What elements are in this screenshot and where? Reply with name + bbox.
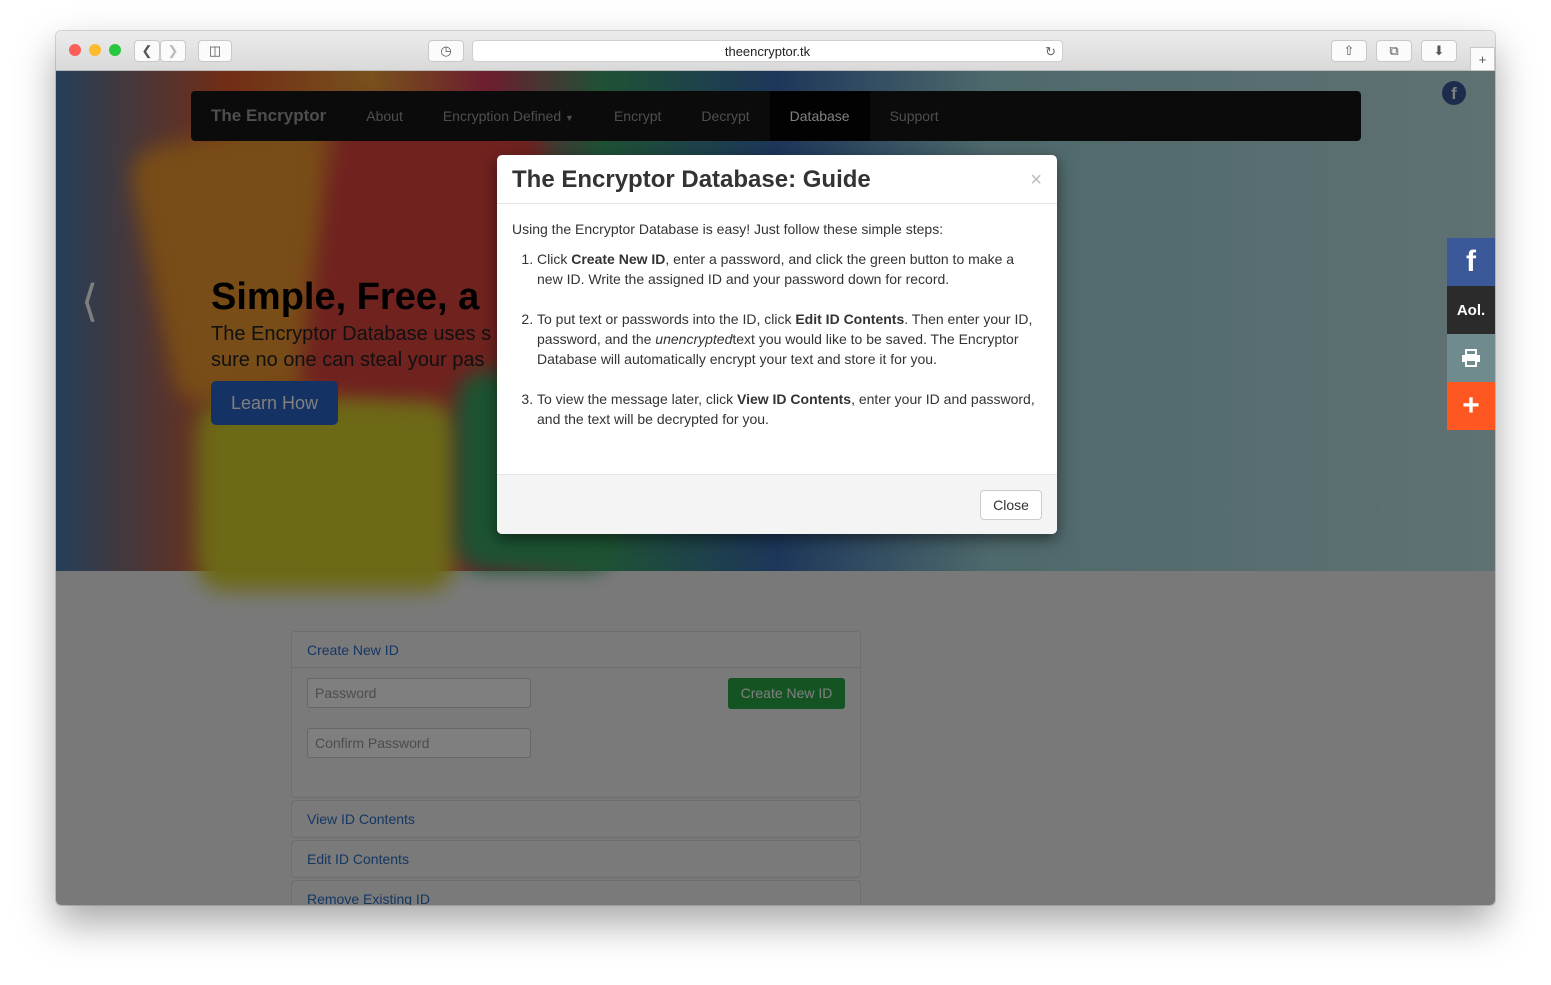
reload-icon[interactable]: ↻ bbox=[1045, 41, 1056, 62]
url-bar[interactable]: theencryptor.tk ↻ bbox=[472, 40, 1063, 62]
forward-icon[interactable]: ❯ bbox=[160, 40, 186, 62]
step-emphasis: Edit ID Contents bbox=[795, 311, 905, 327]
step-text: To put text or passwords into the ID, cl… bbox=[537, 311, 796, 327]
step-text: To view the message later, click bbox=[537, 391, 737, 407]
close-window-button[interactable] bbox=[69, 44, 81, 56]
minimize-window-button[interactable] bbox=[89, 44, 101, 56]
step-emphasis: Create New ID bbox=[571, 251, 666, 267]
modal-footer: Close bbox=[497, 474, 1057, 534]
close-x-icon[interactable]: × bbox=[1030, 169, 1042, 192]
modal-header: The Encryptor Database: Guide × bbox=[497, 155, 1057, 204]
add-share-icon[interactable]: + bbox=[1447, 382, 1495, 430]
page-content: The Encryptor About Encryption Defined ▼… bbox=[56, 71, 1495, 905]
zoom-window-button[interactable] bbox=[109, 44, 121, 56]
facebook-share-icon[interactable]: f bbox=[1447, 238, 1495, 286]
browser-toolbar: ❮ ❯ ◫ ◷ theencryptor.tk ↻ ⇧ ⧉ ⬇ + bbox=[56, 31, 1495, 71]
share-icon[interactable]: ⇧ bbox=[1331, 40, 1367, 62]
aol-share-button[interactable]: Aol. bbox=[1447, 286, 1495, 334]
tabs-icon[interactable]: ⧉ bbox=[1376, 40, 1412, 62]
new-tab-icon[interactable]: + bbox=[1470, 47, 1495, 71]
steps-list: Click Create New ID, enter a password, a… bbox=[512, 249, 1042, 429]
step-item: Click Create New ID, enter a password, a… bbox=[537, 249, 1042, 289]
modal-body: Using the Encryptor Database is easy! Ju… bbox=[497, 204, 1057, 464]
step-item: To view the message later, click View ID… bbox=[537, 389, 1042, 429]
url-text: theencryptor.tk bbox=[724, 44, 811, 59]
step-italic: unencrypted bbox=[655, 331, 733, 347]
close-button[interactable]: Close bbox=[980, 490, 1042, 520]
modal-title: The Encryptor Database: Guide bbox=[512, 166, 871, 193]
history-icon[interactable]: ◷ bbox=[428, 40, 464, 62]
step-text: Click bbox=[537, 251, 572, 267]
back-icon[interactable]: ❮ bbox=[134, 40, 160, 62]
modal-intro: Using the Encryptor Database is easy! Ju… bbox=[512, 221, 944, 237]
print-icon[interactable] bbox=[1447, 334, 1495, 382]
step-emphasis: View ID Contents bbox=[736, 391, 852, 407]
sidebar-icon[interactable]: ◫ bbox=[198, 40, 232, 62]
downloads-icon[interactable]: ⬇ bbox=[1421, 40, 1457, 62]
browser-window: ❮ ❯ ◫ ◷ theencryptor.tk ↻ ⇧ ⧉ ⬇ + The En… bbox=[56, 31, 1495, 905]
step-item: To put text or passwords into the ID, cl… bbox=[537, 309, 1042, 369]
guide-modal: The Encryptor Database: Guide × Using th… bbox=[497, 155, 1057, 534]
